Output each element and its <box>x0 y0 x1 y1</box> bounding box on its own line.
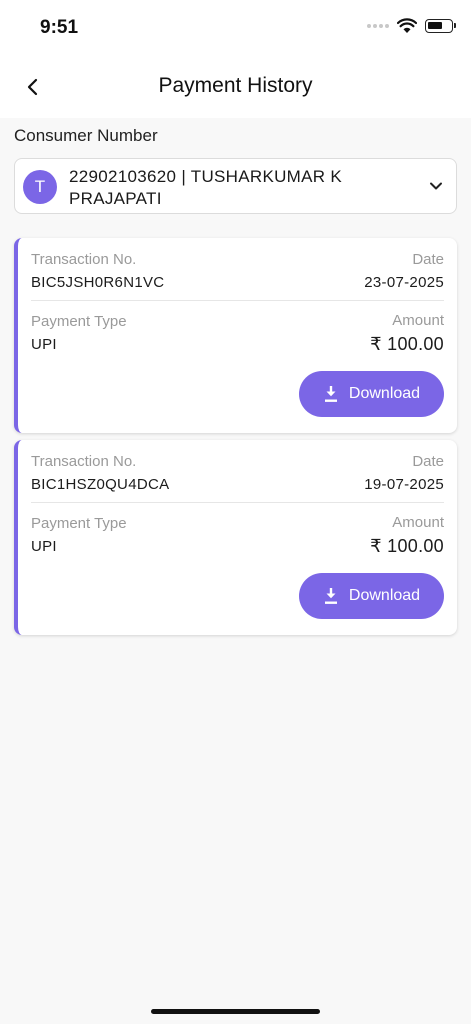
consumer-number-dropdown[interactable]: T 22902103620 | TUSHARKUMAR K PRAJAPATI <box>14 158 457 214</box>
chevron-down-icon <box>430 182 442 190</box>
consumer-number-label: Consumer Number <box>14 126 158 145</box>
download-icon <box>324 386 337 402</box>
card-divider <box>31 502 444 503</box>
card-divider <box>31 300 444 301</box>
top-bar: 9:51 Payment History <box>0 0 471 118</box>
download-icon <box>324 588 337 604</box>
wifi-icon <box>397 18 417 33</box>
transaction-no-value: BIC1HSZ0QU4DCA <box>31 476 170 493</box>
payment-type-label: Payment Type <box>31 313 127 330</box>
transaction-card: Transaction No. BIC1HSZ0QU4DCA Date 19-0… <box>14 440 457 635</box>
avatar: T <box>23 170 57 204</box>
date-label: Date <box>412 251 444 268</box>
date-value: 23-07-2025 <box>364 274 444 291</box>
home-indicator[interactable] <box>151 1009 320 1014</box>
payment-history-screen: 9:51 Payment History Consumer Number T 2… <box>0 0 471 1024</box>
date-value: 19-07-2025 <box>364 476 444 493</box>
page-title: Payment History <box>158 74 313 97</box>
download-label: Download <box>348 587 421 604</box>
transaction-no-label: Transaction No. <box>31 251 137 268</box>
transaction-no-value: BIC5JSH0R6N1VC <box>31 274 165 291</box>
payment-type-value: UPI <box>31 336 57 353</box>
battery-icon <box>425 19 456 33</box>
payment-type-value: UPI <box>31 538 57 555</box>
amount-value: ₹ 100.00 <box>370 536 444 556</box>
download-label: Download <box>348 385 421 402</box>
status-icons <box>367 18 456 34</box>
payment-type-label: Payment Type <box>31 515 127 532</box>
signal-icon <box>367 24 389 28</box>
date-label: Date <box>412 453 444 470</box>
amount-label: Amount <box>392 514 444 531</box>
consumer-selected-value: 22902103620 | TUSHARKUMAR K PRAJAPATI <box>69 167 343 208</box>
download-button[interactable]: Download <box>299 573 444 619</box>
download-button[interactable]: Download <box>299 371 444 417</box>
amount-value: ₹ 100.00 <box>370 334 444 354</box>
amount-label: Amount <box>392 312 444 329</box>
status-time: 9:51 <box>40 17 79 38</box>
transaction-no-label: Transaction No. <box>31 453 137 470</box>
transaction-card: Transaction No. BIC5JSH0R6N1VC Date 23-0… <box>14 238 457 433</box>
